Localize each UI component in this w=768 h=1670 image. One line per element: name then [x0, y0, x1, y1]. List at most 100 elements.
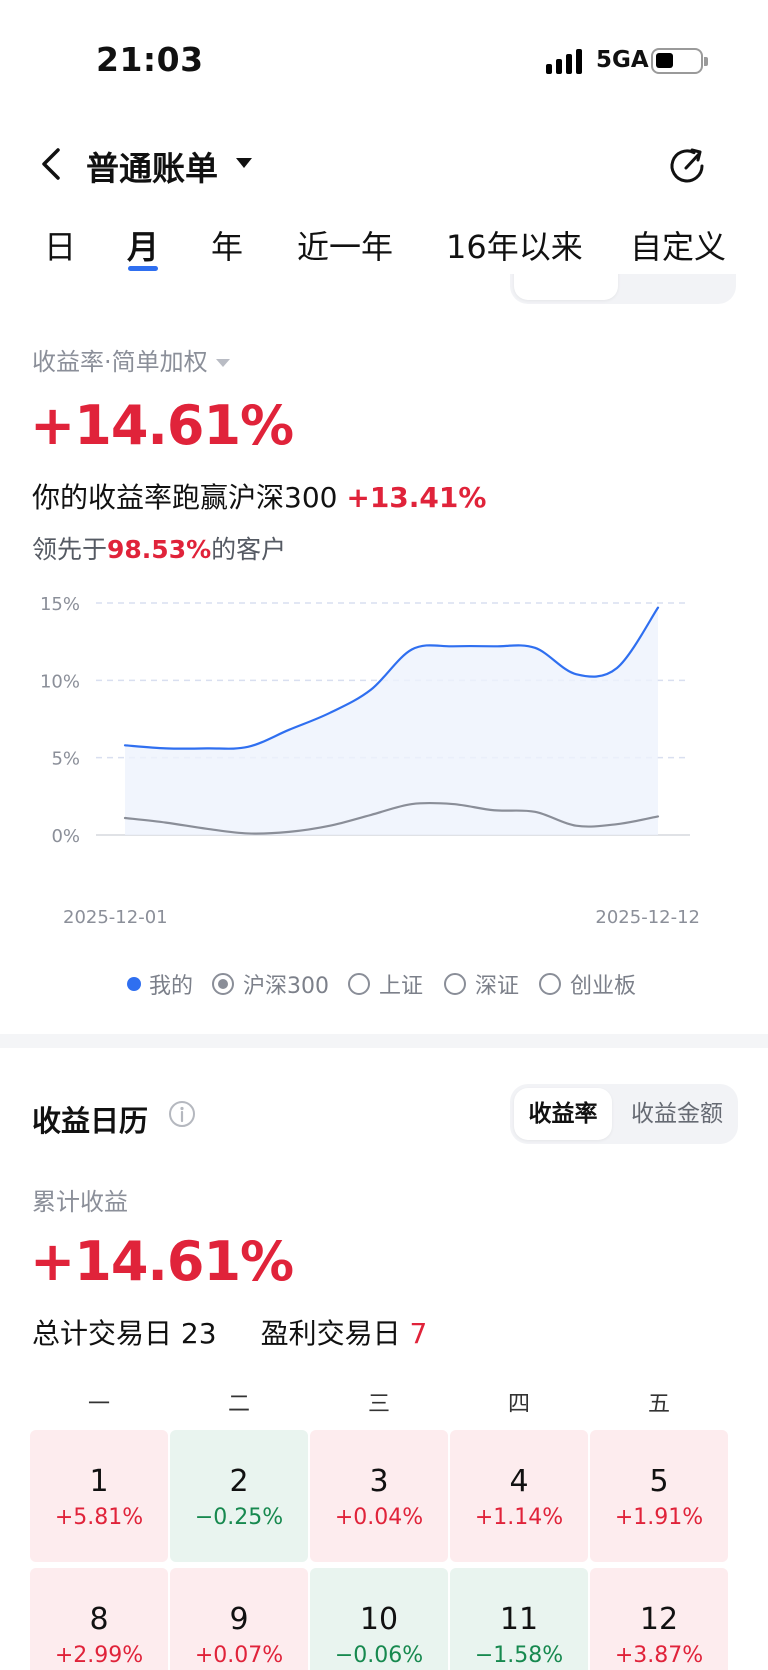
info-icon[interactable] — [168, 1100, 196, 1128]
legend-label: 上证 — [379, 974, 424, 999]
tab-since-16[interactable]: 16年以来 — [446, 222, 583, 268]
network-label: 5GA — [596, 47, 649, 73]
total-days-value: 23 — [180, 1317, 217, 1350]
weekday-wed: 三 — [367, 1392, 390, 1417]
x-tick-label: 2025-12-12 — [595, 907, 700, 928]
period-tabs: 日 月 年 近一年 16年以来 自定义 — [0, 222, 768, 274]
day-return: +0.04% — [334, 1505, 424, 1530]
day-return: +3.87% — [614, 1643, 704, 1668]
y-tick-label: 10% — [40, 671, 80, 692]
day-return: −0.25% — [194, 1505, 284, 1530]
day-number: 8 — [89, 1602, 109, 1637]
day-number: 12 — [639, 1602, 679, 1637]
day-number: 3 — [369, 1464, 389, 1499]
calendar-day-cell[interactable]: 11 −1.58% — [450, 1568, 588, 1670]
legend-mine[interactable]: 我的 — [127, 968, 193, 1000]
legend-chinext[interactable]: 创业板 — [539, 968, 636, 1000]
day-number: 4 — [509, 1464, 529, 1499]
y-tick-label: 0% — [51, 826, 80, 847]
scrolled-toggle — [510, 274, 736, 304]
radio-icon — [348, 973, 370, 995]
day-number: 5 — [649, 1464, 669, 1499]
total-days-label: 总计交易日 — [32, 1317, 173, 1350]
trading-days-summary: 总计交易日 23 盈利交易日 7 — [32, 1312, 427, 1352]
weekday-fri: 五 — [647, 1392, 670, 1417]
day-return: +1.14% — [474, 1505, 564, 1530]
back-arrow-icon[interactable] — [36, 144, 66, 184]
active-tab-indicator — [128, 266, 158, 271]
beat-text: 你的收益率跑赢沪深300 — [32, 481, 338, 514]
x-tick-label: 2025-12-01 — [63, 907, 168, 928]
lead-suffix: 的客户 — [211, 535, 287, 564]
calendar-day-cell[interactable]: 1 +5.81% — [30, 1430, 168, 1562]
legend-csi300[interactable]: 沪深300 — [212, 968, 329, 1000]
share-refresh-icon[interactable] — [668, 146, 708, 186]
profit-days-value: 7 — [409, 1317, 428, 1350]
calendar-day-cell[interactable]: 2 −0.25% — [170, 1430, 308, 1562]
percentile-text: 领先于98.53%的客户 — [32, 530, 286, 566]
chevron-down-icon[interactable] — [236, 158, 252, 168]
tab-custom[interactable]: 自定义 — [630, 222, 726, 268]
legend-label: 我的 — [149, 974, 194, 999]
status-time: 21:03 — [96, 40, 204, 79]
legend-shanghai[interactable]: 上证 — [348, 968, 423, 1000]
day-number: 2 — [229, 1464, 249, 1499]
radio-checked-icon — [212, 973, 234, 995]
calendar-day-cell[interactable]: 8 +2.99% — [30, 1568, 168, 1670]
section-divider — [0, 1034, 768, 1048]
legend-label: 沪深300 — [243, 974, 329, 999]
legend-label: 深证 — [475, 974, 520, 999]
metric-selector[interactable]: 收益率·简单加权 — [32, 342, 230, 377]
profit-days-label: 盈利交易日 — [260, 1317, 401, 1350]
caret-down-icon — [215, 359, 230, 367]
weekday-tue: 二 — [227, 1392, 250, 1417]
calendar-day-cell[interactable]: 3 +0.04% — [310, 1430, 448, 1562]
tab-last-year[interactable]: 近一年 — [297, 222, 393, 268]
day-number: 11 — [499, 1602, 539, 1637]
calendar-day-cell[interactable]: 12 +3.87% — [590, 1568, 728, 1670]
return-chart[interactable]: 15% 10% 5% 0% 2025-12-01 2025-12-12 — [0, 585, 768, 935]
signal-icon — [546, 49, 586, 74]
toggle-rate[interactable]: 收益率 — [514, 1088, 612, 1140]
radio-icon — [444, 973, 466, 995]
scrolled-section-header — [0, 274, 768, 310]
day-number: 10 — [359, 1602, 399, 1637]
tab-year[interactable]: 年 — [211, 222, 243, 268]
weekday-mon: 一 — [87, 1392, 110, 1417]
day-return: +0.07% — [194, 1643, 284, 1668]
legend-shenzhen[interactable]: 深证 — [444, 968, 519, 1000]
calendar-day-cell[interactable]: 4 +1.14% — [450, 1430, 588, 1562]
status-bar: 21:03 5GA — [0, 0, 768, 110]
cumulative-label: 累计收益 — [32, 1188, 128, 1216]
toggle-amount[interactable]: 收益金额 — [620, 1088, 734, 1140]
return-rate: +14.61% — [30, 394, 294, 457]
calendar-day-cell[interactable]: 10 −0.06% — [310, 1568, 448, 1670]
series-area-mine — [125, 607, 658, 835]
radio-icon — [539, 973, 561, 995]
calendar-title: 收益日历 — [32, 1104, 149, 1138]
page-title[interactable]: 普通账单 — [86, 142, 218, 190]
metric-label: 收益率·简单加权 — [32, 348, 208, 376]
day-return: −0.06% — [334, 1643, 424, 1668]
day-number: 1 — [89, 1464, 109, 1499]
y-tick-label: 15% — [40, 594, 80, 615]
weekday-thu: 四 — [507, 1392, 530, 1417]
dot-icon — [127, 977, 141, 991]
calendar-day-cell[interactable]: 5 +1.91% — [590, 1430, 728, 1562]
calendar-mode-toggle: 收益率 收益金额 — [510, 1084, 738, 1144]
day-return: +1.91% — [614, 1505, 704, 1530]
day-return: −1.58% — [474, 1643, 564, 1668]
weekday-header: 一 二 三 四 五 — [30, 1386, 728, 1417]
benchmark-comparison: 你的收益率跑赢沪深300 +13.41% — [32, 476, 486, 516]
day-return: +5.81% — [54, 1505, 144, 1530]
tab-day[interactable]: 日 — [44, 222, 76, 268]
tab-month[interactable]: 月 — [127, 222, 159, 268]
cumulative-value: +14.61% — [30, 1230, 294, 1293]
day-return: +2.99% — [54, 1643, 144, 1668]
chart-legend: 我的 沪深300 上证 深证 创业板 — [0, 968, 768, 1000]
lead-value: 98.53% — [107, 535, 212, 564]
lead-prefix: 领先于 — [32, 535, 108, 564]
calendar-day-cell[interactable]: 9 +0.07% — [170, 1568, 308, 1670]
y-tick-label: 5% — [51, 749, 80, 770]
day-number: 9 — [229, 1602, 249, 1637]
